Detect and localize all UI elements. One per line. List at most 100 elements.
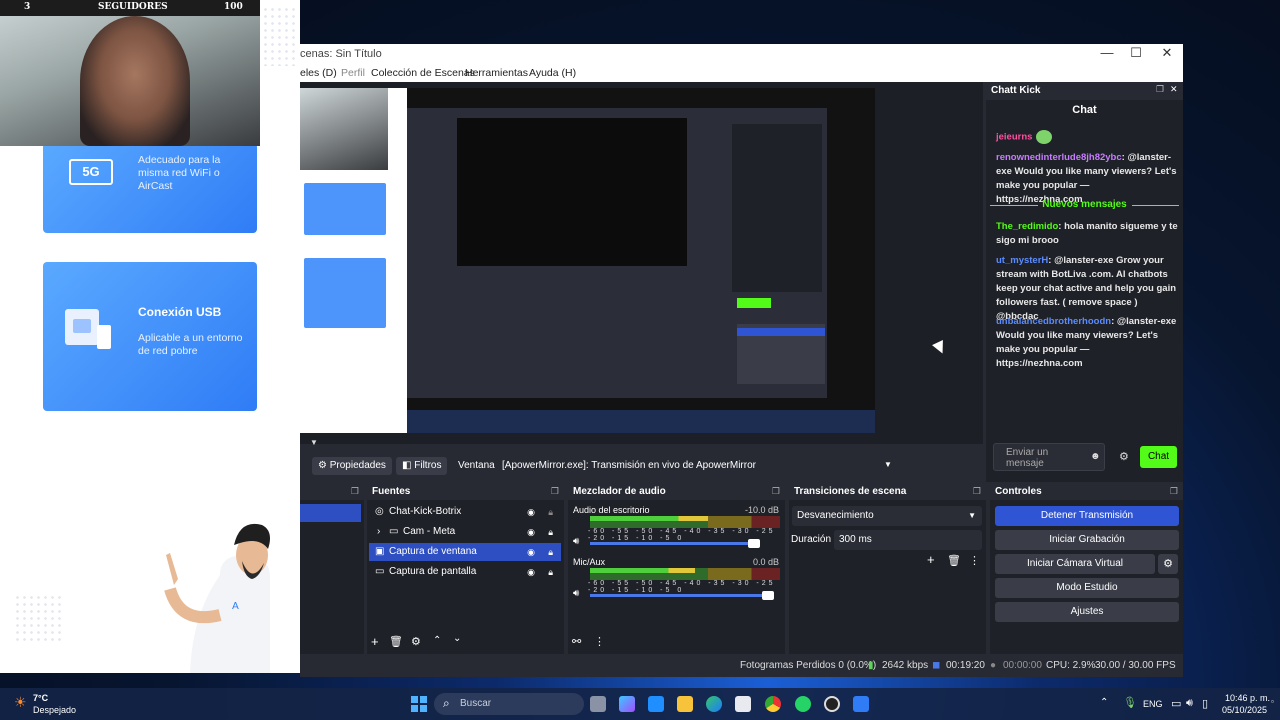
source-item[interactable]: ▭ Captura de pantalla ◉ 🔒︎	[369, 563, 561, 581]
chrome-icon[interactable]	[765, 696, 781, 712]
add-transition-icon[interactable]: +	[927, 552, 935, 567]
followers-goal-bar: 3 SEGUIDORES 100	[0, 0, 260, 16]
menu-paneles[interactable]: eles (D)	[300, 67, 337, 79]
chat-username[interactable]: unbalancedbrotherhoodn	[996, 316, 1111, 327]
start-recording-button[interactable]: Iniciar Grabación	[995, 530, 1179, 550]
volume-slider[interactable]	[590, 591, 774, 600]
apowermirror-promo-overlay: 5G Adecuado para la misma red WiFi o Air…	[0, 0, 300, 673]
program-preview[interactable]	[300, 88, 875, 433]
maximize-button[interactable]: ☐	[1121, 45, 1151, 61]
weather-desc[interactable]: Despejado	[33, 705, 76, 715]
chevron-down-icon[interactable]: ▼	[310, 438, 318, 447]
store-icon[interactable]	[735, 696, 751, 712]
duration-input[interactable]: 300 ms	[834, 530, 982, 550]
properties-button[interactable]: ⚙ Propiedades	[312, 457, 392, 475]
notification-icon[interactable]: ▫	[1271, 697, 1274, 706]
volume-slider[interactable]	[590, 539, 760, 548]
lock-icon[interactable]: 🔒︎	[548, 543, 553, 561]
menu-ayuda[interactable]: Ayuda (H)	[529, 67, 576, 79]
file-explorer-icon[interactable]	[677, 696, 693, 712]
stop-streaming-button[interactable]: Detener Transmisión	[995, 506, 1179, 526]
close-icon[interactable]: ✕	[1170, 84, 1178, 95]
undock-icon[interactable]: ❐	[973, 486, 981, 497]
chevron-right-icon[interactable]: ›	[377, 523, 380, 541]
transition-select[interactable]: Desvanecimiento ▼	[792, 506, 982, 526]
visibility-eye-icon[interactable]: ◉	[527, 523, 535, 541]
visibility-eye-icon[interactable]: ◉	[527, 503, 535, 521]
network-icon[interactable]: ▭	[1171, 697, 1181, 710]
source-item[interactable]: › ▭ Cam - Meta ◉ 🔒︎	[369, 523, 561, 541]
close-button[interactable]: ✕	[1152, 45, 1182, 61]
undock-icon[interactable]: ❐	[1156, 84, 1164, 95]
chat-username[interactable]: renownedinterlude8jh82ybc	[996, 152, 1122, 163]
microphone-icon[interactable]: 🎙︎	[1123, 696, 1137, 709]
visibility-eye-icon[interactable]: ◉	[527, 543, 535, 561]
trash-icon[interactable]: 🗑︎	[947, 554, 961, 567]
settings-icon[interactable]: ⚙	[1119, 450, 1129, 463]
meter-ticks: -60 -55 -50 -45 -40 -35 -30 -25 -20 -15 …	[588, 580, 776, 594]
menu-herramientas[interactable]: Herramientas	[465, 67, 528, 79]
gear-icon[interactable]: ⚙	[1158, 554, 1178, 574]
obs-icon[interactable]	[824, 696, 840, 712]
channel-db: -10.0 dB	[744, 505, 779, 515]
undock-icon[interactable]: ❐	[551, 486, 559, 497]
scene-item-selected[interactable]	[300, 504, 361, 522]
windows-start-icon[interactable]	[411, 696, 427, 712]
chevron-down-icon[interactable]: ▼	[884, 460, 892, 469]
emoji-icon[interactable]: ☻	[1090, 451, 1101, 462]
move-down-icon[interactable]: ⌄	[453, 633, 461, 644]
chevron-up-icon[interactable]: ⌃	[1100, 697, 1108, 708]
settings-button[interactable]: Ajustes	[995, 602, 1179, 622]
undock-icon[interactable]: ❐	[1170, 486, 1178, 497]
link-icon[interactable]: ⚯	[572, 635, 581, 648]
source-item-selected[interactable]: ▣ Captura de ventana ◉ 🔒︎	[369, 543, 561, 561]
speaker-icon[interactable]: 🔊︎	[573, 536, 579, 547]
window-title: cenas: Sin Título	[300, 48, 382, 60]
mixer-title: Mezclador de audio	[573, 486, 666, 497]
whatsapp-icon[interactable]	[795, 696, 811, 712]
scene-transitions-dock: Transiciones de escena ❐ Desvanecimiento …	[789, 484, 986, 654]
menu-coleccion-escenas[interactable]: Colección de Escenas	[371, 67, 475, 79]
chat-message-input[interactable]: Enviar un mensaje ☻	[993, 443, 1105, 471]
move-up-icon[interactable]: ⌃	[433, 635, 441, 646]
source-item[interactable]: ◎ Chat-Kick-Botrix ◉ 🔒︎	[369, 503, 561, 521]
lock-icon[interactable]: 🔒︎	[548, 563, 553, 581]
live-time: 00:19:20	[946, 660, 985, 671]
weather-temp[interactable]: 7°C	[33, 693, 48, 703]
undock-icon[interactable]: ❐	[772, 486, 780, 497]
visibility-eye-icon[interactable]: ◉	[527, 563, 535, 581]
chat-username[interactable]: jeieurns	[996, 132, 1032, 143]
send-chat-button[interactable]: Chat	[1140, 446, 1177, 468]
menu-perfil[interactable]: Perfil	[341, 67, 365, 79]
window-select[interactable]: [ApowerMirror.exe]: Transmisión en vivo …	[502, 460, 756, 471]
battery-icon[interactable]: ▯	[1202, 697, 1208, 710]
volume-icon[interactable]: 🔊︎	[1186, 697, 1193, 710]
outlook-icon[interactable]	[648, 696, 664, 712]
add-source-icon[interactable]: +	[371, 634, 379, 649]
undock-icon[interactable]: ❐	[351, 486, 359, 497]
task-view-icon[interactable]	[590, 696, 606, 712]
language-indicator[interactable]: ENG	[1143, 699, 1163, 709]
weather-icon[interactable]: ☀	[14, 694, 27, 711]
taskbar-search[interactable]: ⌕ Buscar	[434, 693, 584, 715]
studio-mode-button[interactable]: Modo Estudio	[995, 578, 1179, 598]
start-virtual-camera-button[interactable]: Iniciar Cámara Virtual	[995, 554, 1155, 574]
copilot-icon[interactable]	[619, 696, 635, 712]
apowermirror-icon[interactable]	[853, 696, 869, 712]
lock-icon[interactable]: 🔒︎	[548, 503, 553, 521]
clock-date[interactable]: 05/10/2025	[1222, 705, 1267, 715]
chat-username[interactable]: ut_mysterH	[996, 255, 1048, 266]
minimize-button[interactable]: —	[1092, 45, 1122, 60]
lock-icon[interactable]: 🔒︎	[548, 523, 553, 541]
gear-icon[interactable]: ⚙	[411, 635, 421, 648]
trash-icon[interactable]: 🗑︎	[389, 635, 403, 648]
more-icon[interactable]: ⋮	[969, 554, 980, 567]
clock-time[interactable]: 10:46 p. m.	[1225, 693, 1270, 703]
audio-mixer-dock: Mezclador de audio ❐ Audio del escritorio…	[568, 484, 785, 654]
monitor-icon: ▭	[375, 566, 385, 577]
filters-button[interactable]: ◧ Filtros	[396, 457, 448, 475]
chat-username[interactable]: The_redimido	[996, 221, 1058, 232]
more-icon[interactable]: ⋮	[594, 635, 605, 648]
speaker-icon[interactable]: 🔊︎	[573, 588, 579, 599]
edge-icon[interactable]	[706, 696, 722, 712]
